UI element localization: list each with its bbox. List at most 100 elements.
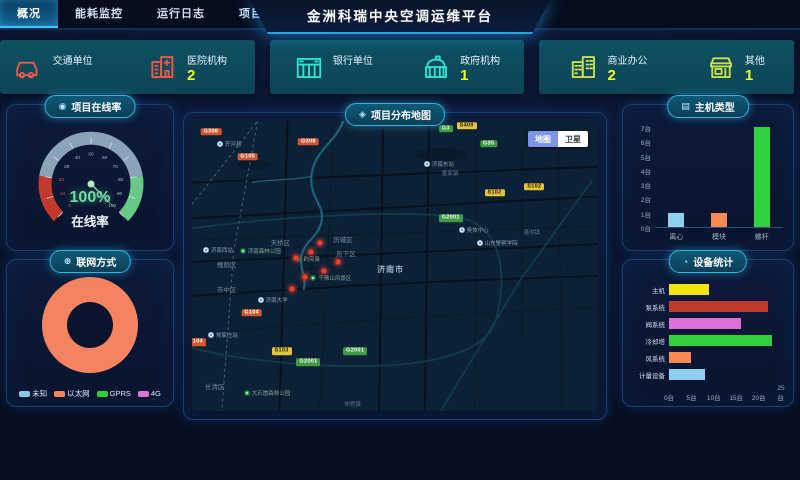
- stat-value: 2: [187, 70, 227, 82]
- station-icon: [477, 240, 483, 246]
- panel-title: 项目分布地图: [371, 107, 431, 122]
- project-marker[interactable]: [335, 259, 342, 266]
- project-marker[interactable]: [317, 240, 324, 247]
- map-place-label: 天桥区: [271, 237, 291, 247]
- panel-head-device-stats: ◔ 设备统计: [669, 250, 747, 273]
- station-icon: [208, 332, 214, 338]
- bar: [711, 213, 727, 227]
- road-badge: G35: [480, 140, 497, 148]
- legend-item[interactable]: 未知: [19, 388, 47, 399]
- map-btn-satellite[interactable]: 卫星: [558, 131, 588, 147]
- station-icon: [258, 297, 264, 303]
- legend-label: 未知: [32, 388, 47, 399]
- x-tick: 15台: [729, 392, 743, 402]
- stat-text: 医院机构2: [187, 52, 227, 82]
- gauge-icon: ◔: [683, 257, 688, 267]
- project-marker[interactable]: [308, 249, 315, 256]
- x-label: 螺杆: [755, 232, 769, 242]
- stat-item: 其他 1: [706, 52, 765, 82]
- y-tick: 6台: [629, 137, 651, 147]
- tab-3[interactable]: 运行日志: [140, 0, 222, 28]
- tab-2[interactable]: 能耗监控: [58, 0, 140, 28]
- panel-title: 联网方式: [76, 254, 116, 269]
- stat-label: 其他: [745, 52, 765, 67]
- stat-label: 银行单位: [333, 52, 373, 67]
- map-btn-map[interactable]: 地图: [528, 131, 558, 147]
- map-place-label: 济南东站: [424, 160, 454, 168]
- row-label: 阀系统: [629, 319, 665, 329]
- x-tick: 0台: [664, 392, 674, 402]
- svg-text:50: 50: [88, 152, 94, 158]
- project-marker[interactable]: [302, 273, 309, 280]
- road-badge: G3: [439, 125, 453, 133]
- government-icon: [421, 52, 451, 82]
- stat-card-1: 交通单位医院机构2: [0, 40, 255, 94]
- link-icon: ◉: [59, 101, 67, 112]
- hospital-icon: [148, 52, 178, 82]
- park-icon: [244, 390, 250, 396]
- stat-item: 政府机构 1: [421, 52, 500, 82]
- x-tick: 10台: [707, 392, 721, 402]
- stat-item: 商业办公2: [569, 52, 648, 82]
- office-icon: [569, 52, 599, 82]
- tab-1[interactable]: 概况: [0, 0, 58, 28]
- y-tick: 5台: [629, 152, 651, 162]
- host-type-chart: 0台1台2台3台4台5台6台7台离心模块螺杆: [629, 123, 787, 246]
- row-label: 风系统: [629, 353, 665, 363]
- station-icon: [459, 227, 465, 233]
- map-place-label: 历下区: [336, 248, 356, 258]
- legend-item[interactable]: GPRS: [97, 389, 131, 398]
- station-icon: [217, 141, 223, 147]
- row-label: 计量设备: [629, 370, 665, 380]
- network-icon: ⊕: [64, 256, 72, 267]
- road-badge: G2001: [439, 215, 463, 223]
- road-badge: G104: [241, 309, 262, 317]
- legend-item[interactable]: 4G: [138, 389, 161, 398]
- legend-item[interactable]: 以太网: [54, 388, 90, 399]
- map-place-label: 齐河县: [217, 140, 242, 148]
- row-label: 冷却塔: [629, 336, 665, 346]
- map-place-label: 党家庄站: [208, 331, 238, 339]
- platform-title: 金洲科瑞中央空调运维平台: [250, 0, 550, 34]
- svg-text:60: 60: [102, 155, 108, 161]
- hbar: [669, 335, 772, 346]
- road-badge: G308: [201, 128, 222, 136]
- park-icon: [310, 275, 316, 281]
- online-rate-gauge: 0102030405060708090100 100% 在线率: [7, 105, 173, 250]
- project-marker[interactable]: [288, 285, 295, 292]
- map-place-label: 济南市: [377, 264, 404, 275]
- map-place-label: 长清区: [205, 381, 225, 391]
- hbar: [669, 318, 741, 329]
- bank-icon: [294, 52, 324, 82]
- map-place-label: 槐荫区: [217, 259, 237, 269]
- stat-value: 2: [608, 70, 648, 82]
- map-place-label: 董家镇: [442, 169, 459, 177]
- map-place-label: 港沟镇: [523, 228, 540, 236]
- road-badge: G2001: [343, 348, 367, 356]
- gauge-value: 100%: [7, 189, 173, 207]
- stat-label: 政府机构: [460, 52, 500, 67]
- legend-swatch: [54, 391, 65, 397]
- monitor-icon: ▤: [681, 101, 690, 112]
- map-type-toggle: 地图卫星: [528, 131, 588, 147]
- map-place-label: 济南森林公园: [240, 247, 281, 255]
- map-place-label: 仲宫镇: [344, 400, 361, 408]
- stat-item: 银行单位: [294, 52, 373, 82]
- road-badge: G105: [237, 153, 258, 161]
- svg-text:30: 30: [64, 164, 70, 170]
- stat-value: 1: [745, 70, 765, 82]
- stat-card-3: 商业办公2 其他 1: [539, 40, 794, 94]
- stat-card-2: 银行单位 政府机构 1: [270, 40, 525, 94]
- location-icon: ◈: [359, 109, 366, 120]
- row-label: 泵系统: [629, 302, 665, 312]
- stat-value: 1: [460, 70, 500, 82]
- road-badge: S102: [484, 189, 504, 197]
- panel-online-rate: ◉ 项目在线率 0102030405060708090100 100% 在线率: [6, 104, 174, 251]
- project-marker[interactable]: [293, 255, 300, 262]
- legend-label: GPRS: [110, 389, 131, 398]
- panel-device-stats: ◔ 设备统计 主机泵系统阀系统冷却塔风系统计量设备0台5台10台15台20台25…: [622, 259, 794, 407]
- project-marker[interactable]: [321, 267, 328, 274]
- road-badge: S103: [272, 348, 292, 356]
- map-canvas[interactable]: G308G308G105G3S409G35S102S102G2001G2001G…: [192, 121, 598, 411]
- map-place-label: 济南西站: [203, 246, 233, 254]
